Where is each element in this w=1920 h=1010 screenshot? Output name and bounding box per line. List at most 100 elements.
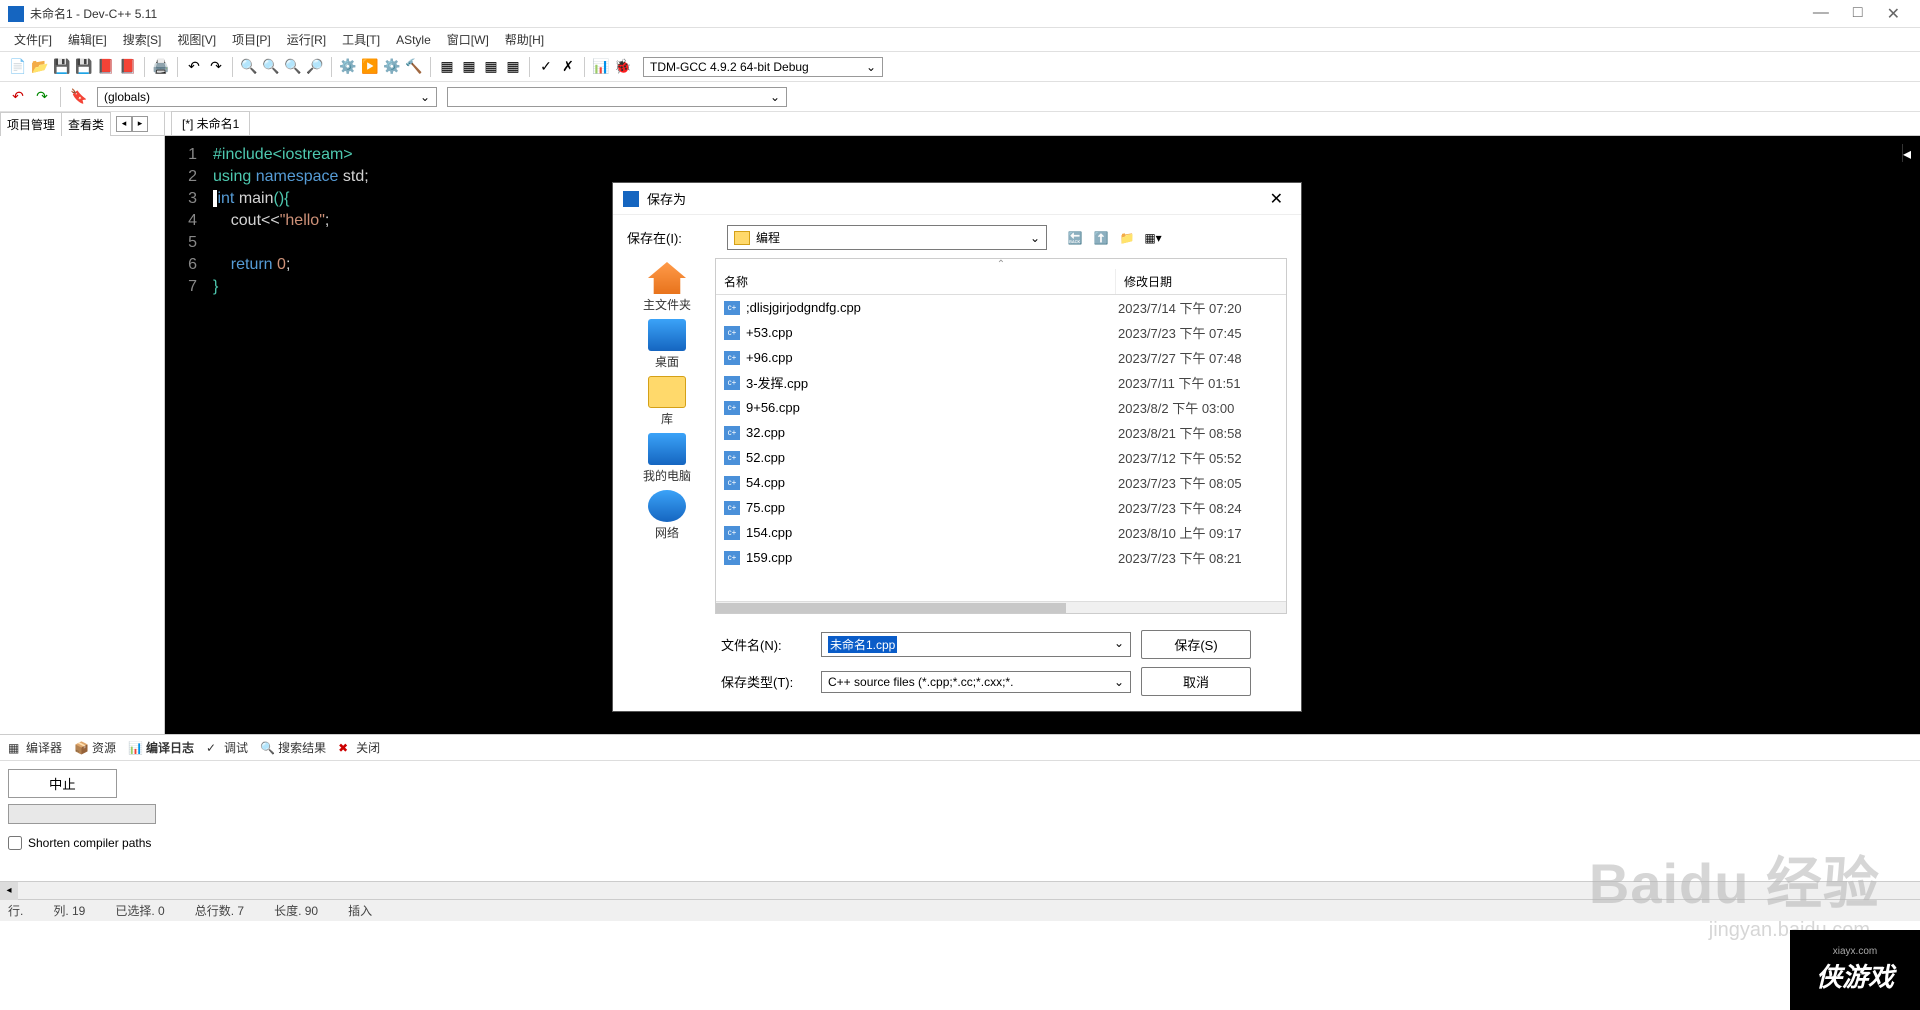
close-all-icon[interactable]: 📕 [118,57,138,77]
menu-tools[interactable]: 工具[T] [336,29,386,50]
rebuild-icon[interactable]: 🔨 [404,57,424,77]
bottom-tab-compiler[interactable]: ▦编译器 [8,739,62,756]
abort-button[interactable]: 中止 [8,769,117,798]
minimize-button[interactable]: — [1813,4,1829,24]
undo-icon[interactable]: ↶ [184,57,204,77]
cpp-file-icon: c+ [724,451,740,465]
filename-input[interactable]: 未命名1.cpp ⌄ [821,632,1131,657]
place-network[interactable]: 网络 [648,490,686,541]
clean-icon[interactable]: 🐞 [613,57,633,77]
menu-help[interactable]: 帮助[H] [499,29,550,50]
filetype-label: 保存类型(T): [721,672,811,691]
redo-icon[interactable]: ↷ [206,57,226,77]
toolbar-main: 📄 📂 💾 💾 📕 📕 🖨️ ↶ ↷ 🔍 🔍 🔍 🔎 ⚙️ ▶️ ⚙️ 🔨 ▦ … [0,52,1920,82]
file-row[interactable]: c+52.cpp2023/7/12 下午 05:52 [716,445,1286,470]
save-all-icon[interactable]: 💾 [74,57,94,77]
layout-icon[interactable]: ▦ [437,57,457,77]
file-row[interactable]: c+159.cpp2023/7/23 下午 08:21 [716,545,1286,570]
file-row[interactable]: c+75.cpp2023/7/23 下午 08:24 [716,495,1286,520]
file-row[interactable]: c+9+56.cpp2023/8/2 下午 03:00 [716,395,1286,420]
filetype-combo[interactable]: C++ source files (*.cpp;*.cc;*.cxx;*. ⌄ [821,671,1131,693]
debug-icon[interactable]: ✓ [536,57,556,77]
stop-icon[interactable]: ✗ [558,57,578,77]
menu-astyle[interactable]: AStyle [390,31,437,49]
file-row[interactable]: c+3-发挥.cpp2023/7/11 下午 01:51 [716,370,1286,395]
compile-run-icon[interactable]: ⚙️ [382,57,402,77]
editor-tab[interactable]: [*] 未命名1 [171,111,250,135]
bookmark-icon[interactable]: 🔖 [69,87,89,107]
bottom-panel: ▦编译器 📦资源 📊编译日志 ✓调试 🔍搜索结果 ✖关闭 中止 Shorten … [0,734,1920,899]
goto-icon[interactable]: 🔎 [305,57,325,77]
editor-marker[interactable]: ◂ [1902,144,1920,162]
open-file-icon[interactable]: 📂 [30,57,50,77]
save-button[interactable]: 保存(S) [1141,630,1251,659]
header-name[interactable]: 名称 [716,269,1116,294]
up-nav-icon[interactable]: ⬆️ [1091,228,1111,248]
close-file-icon[interactable]: 📕 [96,57,116,77]
layout3-icon[interactable]: ▦ [481,57,501,77]
scope-combo[interactable]: (globals) ⌄ [97,87,437,107]
cpp-file-icon: c+ [724,501,740,515]
menu-window[interactable]: 窗口[W] [441,29,495,50]
back-icon[interactable]: ↶ [8,87,28,107]
menu-view[interactable]: 视图[V] [171,29,222,50]
menu-file[interactable]: 文件[F] [8,29,58,50]
tab-next-icon[interactable]: ▸ [132,116,148,132]
file-row[interactable]: c+154.cpp2023/8/10 上午 09:17 [716,520,1286,545]
new-file-icon[interactable]: 📄 [8,57,28,77]
find-icon[interactable]: 🔍 [239,57,259,77]
cancel-button[interactable]: 取消 [1141,667,1251,696]
header-date[interactable]: 修改日期 [1116,269,1286,294]
layout4-icon[interactable]: ▦ [503,57,523,77]
compile-icon[interactable]: ⚙️ [338,57,358,77]
back-nav-icon[interactable]: 🔙 [1065,228,1085,248]
view-menu-icon[interactable]: ▦▾ [1143,228,1163,248]
bottom-tab-compile-log[interactable]: 📊编译日志 [128,739,194,756]
save-icon[interactable]: 💾 [52,57,72,77]
tab-prev-icon[interactable]: ◂ [116,116,132,132]
print-icon[interactable]: 🖨️ [151,57,171,77]
place-library[interactable]: 库 [648,376,686,427]
file-row[interactable]: c+;dlisjgirjodgndfg.cpp2023/7/14 下午 07:2… [716,295,1286,320]
file-date: 2023/7/23 下午 08:05 [1118,473,1278,492]
menu-run[interactable]: 运行[R] [281,29,332,50]
scroll-left-icon[interactable]: ◂ [0,882,18,900]
horizontal-scrollbar[interactable]: ◂ [0,881,1920,899]
file-row[interactable]: c++96.cpp2023/7/27 下午 07:48 [716,345,1286,370]
bottom-tab-debug[interactable]: ✓调试 [206,739,248,756]
dialog-close-button[interactable]: ✕ [1262,189,1291,209]
maximize-button[interactable]: □ [1853,4,1863,24]
file-list-scrollbar[interactable] [716,601,1286,613]
place-computer[interactable]: 我的电脑 [643,433,691,484]
place-home[interactable]: 主文件夹 [643,262,691,313]
forward-icon[interactable]: ↷ [32,87,52,107]
bottom-tab-resources[interactable]: 📦资源 [74,739,116,756]
close-button[interactable]: ✕ [1887,4,1900,24]
menu-edit[interactable]: 编辑[E] [62,29,113,50]
bottom-tab-search[interactable]: 🔍搜索结果 [260,739,326,756]
bottom-tab-close[interactable]: ✖关闭 [338,739,380,756]
new-folder-icon[interactable]: 📁 [1117,228,1137,248]
shorten-paths-checkbox[interactable] [8,836,22,850]
place-desktop[interactable]: 桌面 [648,319,686,370]
chevron-down-icon: ⌄ [1114,636,1124,653]
menu-search[interactable]: 搜索[S] [117,29,168,50]
file-row[interactable]: c+54.cpp2023/7/23 下午 08:05 [716,470,1286,495]
file-name: 9+56.cpp [746,400,1118,415]
function-combo[interactable]: ⌄ [447,87,787,107]
sidebar-tab-class[interactable]: 查看类 [61,112,111,136]
replace-icon[interactable]: 🔍 [261,57,281,77]
find-next-icon[interactable]: 🔍 [283,57,303,77]
compiler-combo[interactable]: TDM-GCC 4.9.2 64-bit Debug ⌄ [643,57,883,77]
profile-icon[interactable]: 📊 [591,57,611,77]
resize-grip[interactable]: ⌃ [716,259,1286,269]
file-row[interactable]: c++53.cpp2023/7/23 下午 07:45 [716,320,1286,345]
file-list[interactable]: c+;dlisjgirjodgndfg.cpp2023/7/14 下午 07:2… [716,295,1286,601]
run-icon[interactable]: ▶️ [360,57,380,77]
menu-project[interactable]: 项目[P] [226,29,277,50]
chevron-down-icon: ⌄ [866,60,876,74]
sidebar-tab-project[interactable]: 项目管理 [0,112,62,136]
save-in-combo[interactable]: 编程 ⌄ [727,225,1047,250]
layout2-icon[interactable]: ▦ [459,57,479,77]
file-row[interactable]: c+32.cpp2023/8/21 下午 08:58 [716,420,1286,445]
